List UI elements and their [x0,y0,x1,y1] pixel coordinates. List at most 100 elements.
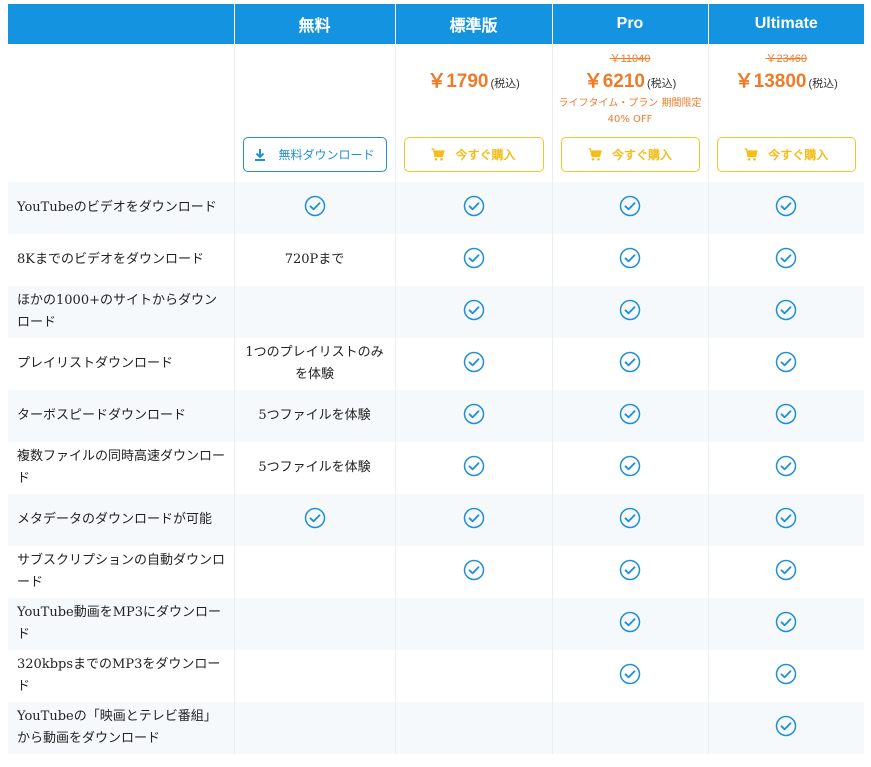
price-cell-free: 無料ダウンロード [233,44,395,182]
feature-cell-pro [551,702,708,754]
feature-row: YouTube動画をMP3にダウンロード [8,598,864,650]
feature-cell-pro [551,390,708,442]
check-circle-icon [463,507,485,533]
feature-cell-pro [551,286,708,338]
feature-cell-ultimate [707,442,864,494]
check-circle-icon [463,195,485,221]
feature-cell-standard [394,338,552,390]
ultimate-old-price: ￥23460 [765,53,808,65]
check-circle-icon [619,195,641,221]
feature-row: 8Kまでのビデオをダウンロード 720Pまで [8,234,864,286]
standard-price: ￥1790 (税込) [396,66,552,93]
feature-cell-standard [394,598,552,650]
check-circle-icon [775,507,797,533]
check-circle-icon [775,455,797,481]
header-ultimate: Ultimate [707,4,864,44]
feature-cell-free: 720Pまで [233,234,395,286]
feature-cell-pro [551,494,708,546]
feature-cell-standard [394,234,552,286]
header-blank [8,4,234,44]
header-pro: Pro [551,4,708,44]
feature-cell-pro [551,598,708,650]
check-circle-icon [463,559,485,585]
feature-name: 複数ファイルの同時高速ダウンロード [8,442,234,494]
check-circle-icon [775,663,797,689]
free-limit-note: 720Pまで [284,252,345,267]
feature-cell-free [233,650,395,702]
feature-cell-free [233,598,395,650]
feature-name: メタデータのダウンロードが可能 [8,494,234,546]
check-circle-icon [619,455,641,481]
feature-name: YouTube動画をMP3にダウンロード [8,598,234,650]
feature-row: サブスクリプションの自動ダウンロード [8,546,864,598]
feature-cell-ultimate [707,390,864,442]
feature-cell-ultimate [707,234,864,286]
pro-price: ￥6210 (税込) [553,66,708,93]
feature-cell-ultimate [707,650,864,702]
free-limit-note: 5つファイルを体験 [258,408,371,423]
price-cell-ultimate: ￥23460 ￥13800 (税込) 今すぐ購入 [707,44,865,182]
check-circle-icon [619,299,641,325]
check-circle-icon [619,403,641,429]
feature-cell-standard [394,286,552,338]
check-circle-icon [304,507,326,533]
check-circle-icon [775,611,797,637]
standard-buy-button[interactable]: 今すぐ購入 [403,137,544,172]
free-limit-note: 1つのプレイリストのみを体験 [245,345,384,382]
pricing-table: 無料 標準版 Pro Ultimate 無料ダウンロード ￥1790(税込) [8,4,864,754]
feature-cell-ultimate [707,286,864,338]
feature-name: YouTubeの「映画とテレビ番組」から動画をダウンロード [8,702,234,754]
feature-cell-pro [551,442,708,494]
feature-cell-free [233,546,395,598]
feature-cell-free [233,182,395,234]
feature-cell-standard [394,390,552,442]
ultimate-price: ￥13800 (税込) [709,66,865,93]
feature-row: 320kbpsまでのMP3をダウンロード [8,650,864,702]
pricing-page: 無料 標準版 Pro Ultimate 無料ダウンロード ￥1790(税込) [0,0,871,767]
cart-icon [588,148,602,161]
feature-cell-ultimate [707,494,864,546]
ultimate-tax-label: (税込) [808,78,838,90]
feature-row: YouTubeのビデオをダウンロード [8,182,864,234]
standard-price-value: ￥1790 [427,71,489,92]
feature-name: 320kbpsまでのMP3をダウンロード [8,650,234,702]
check-circle-icon [775,195,797,221]
plan-header-row: 無料 標準版 Pro Ultimate [8,4,864,44]
free-download-button[interactable]: 無料ダウンロード [242,137,387,172]
check-circle-icon [619,247,641,273]
ultimate-buy-button[interactable]: 今すぐ購入 [716,137,856,172]
pro-promo-line1: ライフタイム・プラン 期間限定 [558,98,702,109]
feature-cell-ultimate [707,598,864,650]
feature-row: プレイリストダウンロード 1つのプレイリストのみを体験 [8,338,864,390]
feature-name: サブスクリプションの自動ダウンロード [8,546,234,598]
feature-name: ほかの1000+のサイトからダウンロード [8,286,234,338]
standard-tax-label: (税込) [490,78,520,90]
cart-icon [431,148,446,161]
pro-tax-label: (税込) [646,78,677,90]
check-circle-icon [463,247,485,273]
pro-price-value: ￥6210 [583,71,645,92]
feature-cell-free: 1つのプレイリストのみを体験 [233,338,395,390]
feature-cell-standard [394,182,552,234]
pro-buy-button[interactable]: 今すぐ購入 [560,137,700,172]
ultimate-buy-label: 今すぐ購入 [768,148,829,162]
feature-cell-free [233,702,395,754]
feature-cell-free [233,286,395,338]
check-circle-icon [463,299,485,325]
feature-name: 8Kまでのビデオをダウンロード [8,234,234,286]
feature-cell-pro [551,546,708,598]
feature-cell-free [233,494,395,546]
pro-buy-label: 今すぐ購入 [611,148,672,162]
feature-cell-ultimate [707,338,864,390]
feature-row: 複数ファイルの同時高速ダウンロード 5つファイルを体験 [8,442,864,494]
feature-cell-free: 5つファイルを体験 [233,442,395,494]
price-row: 無料ダウンロード ￥1790 (税込) 今すぐ購入 ￥11040 ￥6210 (税込… [8,44,864,182]
pro-promo-line2: 40% OFF [607,114,653,125]
header-free: 無料 [233,4,395,44]
feature-cell-pro [551,182,708,234]
standard-buy-label: 今すぐ購入 [455,148,516,162]
feature-cell-ultimate [707,546,864,598]
feature-row: ほかの1000+のサイトからダウンロード [8,286,864,338]
price-cell-pro: ￥11040 ￥6210 (税込) ライフタイム・プラン 期間限定 40% OFF … [551,44,708,182]
check-circle-icon [463,351,485,377]
